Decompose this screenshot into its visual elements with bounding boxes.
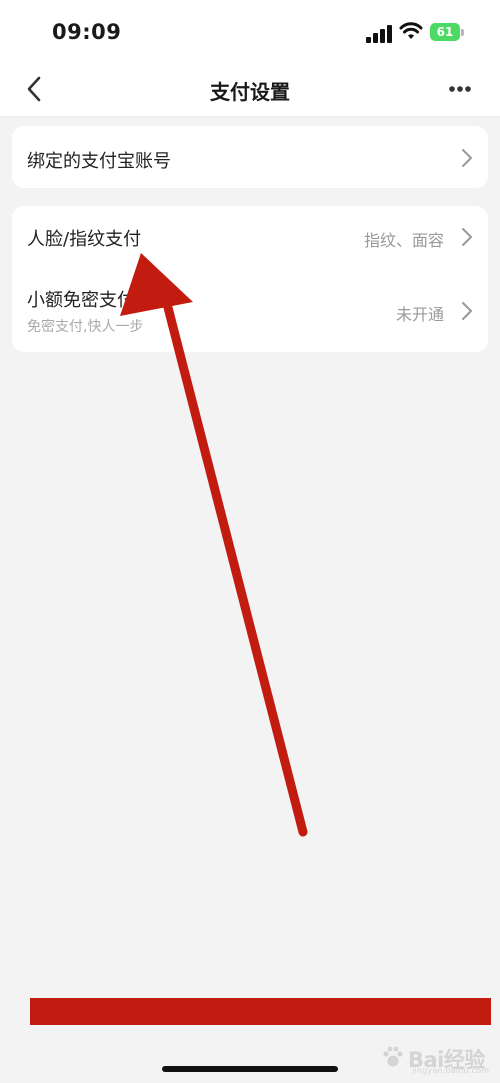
small-amount-password-free-subtitle: 免密支付,快人一步 <box>27 319 144 335</box>
settings-card-account: 绑定的支付宝账号 <box>12 126 488 188</box>
face-fingerprint-pay-value: 指纹、面容 <box>363 231 444 250</box>
bound-alipay-account-label: 绑定的支付宝账号 <box>27 151 171 172</box>
battery-icon: 61 <box>430 23 460 41</box>
watermark: Bai经验 jingyan.baidu.com <box>380 1038 500 1078</box>
status-bar: 09:09 61 <box>0 0 500 64</box>
face-fingerprint-pay-label: 人脸/指纹支付 <box>27 229 142 250</box>
small-amount-password-free-row[interactable]: 小额免密支付 免密支付,快人一步 未开通 <box>12 272 488 350</box>
wifi-icon <box>399 22 423 39</box>
page-title: 支付设置 <box>210 80 290 104</box>
cellular-signal-icon <box>366 25 392 43</box>
settings-card-payment: 人脸/指纹支付 指纹、面容 小额免密支付 免密支付,快人一步 未开通 <box>12 206 488 352</box>
annotation-red-bar <box>30 998 491 1025</box>
battery-tip <box>461 29 464 36</box>
small-amount-password-free-label: 小额免密支付 <box>27 290 135 311</box>
face-fingerprint-pay-row[interactable]: 人脸/指纹支付 指纹、面容 <box>12 206 488 268</box>
chevron-right-icon <box>462 228 472 246</box>
more-icon[interactable] <box>446 77 476 101</box>
home-indicator[interactable] <box>162 1066 338 1072</box>
chevron-right-icon <box>462 302 472 320</box>
chevron-right-icon <box>462 149 472 167</box>
watermark-url: jingyan.baidu.com <box>412 1066 490 1075</box>
navigation-bar: 支付设置 <box>0 64 500 117</box>
bound-alipay-account-row[interactable]: 绑定的支付宝账号 <box>12 126 488 188</box>
status-time: 09:09 <box>52 20 122 44</box>
paw-logo-icon <box>383 1046 403 1067</box>
small-amount-password-free-status: 未开通 <box>395 305 444 324</box>
